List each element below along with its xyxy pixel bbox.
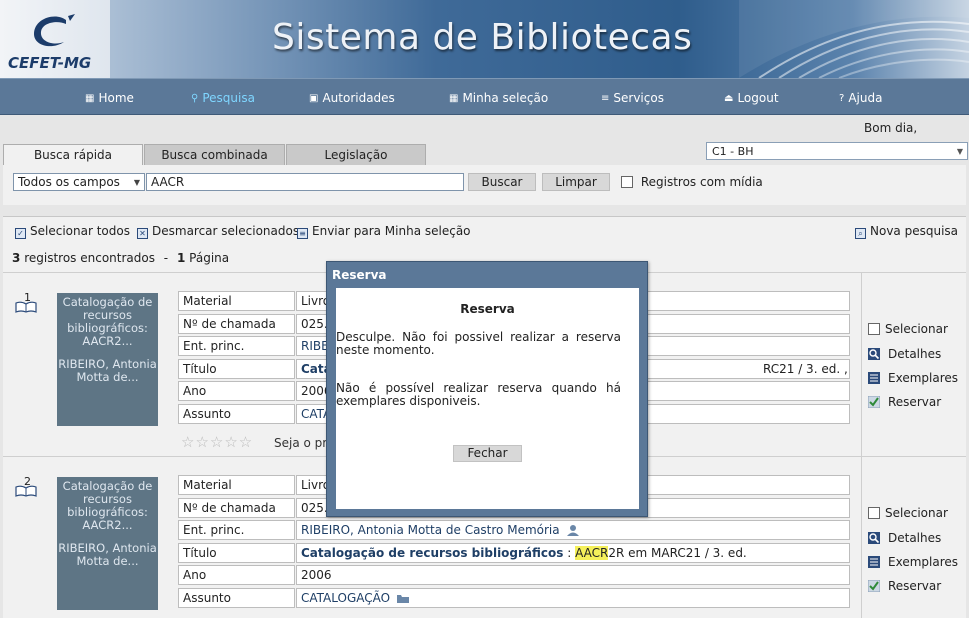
- tab-legislacao[interactable]: Legislação: [286, 144, 426, 165]
- list-icon: [868, 556, 880, 568]
- services-icon: ≡: [601, 93, 610, 104]
- logout-icon: ⏏: [724, 93, 734, 104]
- nav-autoridades[interactable]: ▣ Autoridades: [309, 91, 395, 105]
- subject-link[interactable]: CATALOGAÇÃO: [301, 591, 390, 605]
- field-label: Ano: [178, 381, 295, 401]
- system-title: Sistema de Bibliotecas: [272, 17, 693, 58]
- field-value: RIBEIRO, Antonia Motta de Castro Memória: [296, 520, 850, 540]
- clear-button[interactable]: Limpar: [542, 173, 610, 191]
- help-icon: ?: [839, 93, 845, 104]
- field-label: Ano: [178, 565, 295, 585]
- search-field-select[interactable]: Todos os campos ▼: [13, 173, 145, 191]
- results-toolbar: ✓ Selecionar todos ✕ Desmarcar selecionado…: [3, 217, 966, 245]
- check-icon: [868, 580, 880, 592]
- results-count: 3 registros encontrados - 1 Página: [12, 251, 230, 265]
- field-label: Ent. princ.: [178, 336, 295, 356]
- nav-minha-selecao[interactable]: ▦ Minha seleção: [449, 91, 548, 105]
- dialog-body: Reserva Desculpe. Não foi possivel reali…: [336, 288, 639, 509]
- check-icon: [868, 396, 880, 408]
- search-pin-icon: ⚲: [191, 93, 199, 104]
- tab-busca-combinada[interactable]: Busca combinada: [144, 144, 285, 165]
- field-label: Nº de chamada: [178, 497, 295, 518]
- field-label: Ent. princ.: [178, 520, 295, 540]
- search-input[interactable]: [146, 173, 464, 191]
- new-search-button[interactable]: ⌕ Nova pesquisa: [855, 224, 958, 239]
- user-card-icon: ▣: [309, 93, 319, 104]
- details-button[interactable]: Detalhes: [868, 531, 941, 545]
- new-search-icon: ⌕: [855, 228, 866, 239]
- rating-text: Seja o pri: [274, 436, 331, 450]
- list-icon: [868, 372, 880, 384]
- rating-stars[interactable]: ☆☆☆☆☆: [181, 433, 253, 451]
- close-button[interactable]: Fechar: [453, 445, 522, 462]
- record-actions: Selecionar Detalhes Exemplares Reservar: [861, 273, 966, 463]
- home-icon: ▦: [85, 93, 95, 104]
- folder-icon[interactable]: [396, 592, 410, 604]
- author-icon[interactable]: [566, 524, 580, 536]
- copies-button[interactable]: Exemplares: [868, 371, 958, 385]
- nav-servicos[interactable]: ≡ Serviços: [601, 91, 664, 105]
- field-label: Material: [178, 291, 295, 311]
- checkbox-x-icon: ✕: [137, 228, 148, 239]
- copies-button[interactable]: Exemplares: [868, 555, 958, 569]
- nav-logout[interactable]: ⏏ Logout: [724, 91, 779, 105]
- nav-home[interactable]: ▦ Home: [85, 91, 134, 105]
- field-value: Catalogação de recursos bibliográficos :…: [296, 542, 850, 563]
- select-all-button[interactable]: ✓ Selecionar todos: [15, 224, 130, 239]
- magnifier-icon: [868, 348, 880, 360]
- send-to-selection-button[interactable]: ≡ Enviar para Minha seleção: [297, 224, 471, 239]
- dialog-heading: Reserva: [460, 302, 515, 316]
- search-bar: Todos os campos ▼ Buscar Limpar Registro…: [3, 165, 966, 205]
- search-button[interactable]: Buscar: [468, 173, 536, 191]
- field-label: Nº de chamada: [178, 313, 295, 334]
- grid-icon: ▦: [449, 93, 459, 104]
- header-banner: CEFET-MG Sistema de Bibliotecas: [0, 0, 969, 78]
- select-record-checkbox[interactable]: Selecionar: [868, 322, 948, 336]
- field-value: 2006: [296, 565, 850, 585]
- cefet-logo-icon: [34, 14, 75, 47]
- main-nav: ▦ Home ⚲ Pesquisa ▣ Autoridades ▦ Minha sele…: [0, 78, 969, 115]
- media-records-checkbox[interactable]: Registros com mídia: [621, 175, 763, 189]
- field-label: Título: [178, 358, 295, 379]
- book-cover[interactable]: Catalogação de recursos bibliográficos: …: [57, 293, 158, 426]
- checkbox-icon: [868, 323, 880, 335]
- checkbox-checked-icon: ✓: [15, 228, 26, 239]
- field-label: Assunto: [178, 403, 295, 424]
- tab-busca-rapida[interactable]: Busca rápida: [3, 144, 143, 165]
- field-label: Título: [178, 542, 295, 563]
- details-button[interactable]: Detalhes: [868, 347, 941, 361]
- open-book-icon: [15, 301, 37, 313]
- field-label: Assunto: [178, 587, 295, 608]
- field-label: Material: [178, 475, 295, 495]
- chevron-down-icon: ▼: [956, 147, 963, 156]
- reserve-button[interactable]: Reservar: [868, 579, 941, 593]
- title-link[interactable]: Catalogação de recursos bibliográficos: [301, 546, 563, 560]
- logo-area: CEFET-MG: [0, 0, 110, 78]
- chevron-down-icon: ▼: [133, 178, 140, 187]
- send-list-icon: ≡: [297, 228, 308, 239]
- dialog-message: Desculpe. Não foi possivel realizar a re…: [336, 330, 621, 357]
- reserve-button[interactable]: Reservar: [868, 395, 941, 409]
- book-pages-decoration-icon: [739, 0, 969, 78]
- library-select[interactable]: C1 - BH ▼: [706, 142, 968, 160]
- logo-text: CEFET-MG: [8, 54, 92, 72]
- nav-pesquisa[interactable]: ⚲ Pesquisa: [191, 91, 255, 105]
- book-cover[interactable]: Catalogação de recursos bibliográficos: …: [57, 477, 158, 610]
- dialog-message: Não é possível realizar reserva quando h…: [336, 381, 621, 408]
- open-book-icon: [15, 485, 37, 497]
- reserve-dialog: Reserva Reserva Desculpe. Não foi possiv…: [326, 261, 648, 517]
- greeting-text: Bom dia,: [864, 121, 918, 135]
- magnifier-icon: [868, 532, 880, 544]
- checkbox-icon: [868, 507, 880, 519]
- unselect-button[interactable]: ✕ Desmarcar selecionados: [137, 224, 299, 239]
- select-record-checkbox[interactable]: Selecionar: [868, 506, 948, 520]
- checkbox-icon: [621, 176, 633, 188]
- record-actions: Selecionar Detalhes Exemplares Reservar: [861, 457, 966, 618]
- field-value: CATALOGAÇÃO: [296, 587, 850, 608]
- dialog-title: Reserva: [332, 268, 387, 282]
- main-entry-link[interactable]: RIBEIRO, Antonia Motta de Castro Memória: [301, 523, 560, 537]
- nav-ajuda[interactable]: ? Ajuda: [839, 91, 882, 105]
- search-highlight: AACR: [575, 545, 609, 560]
